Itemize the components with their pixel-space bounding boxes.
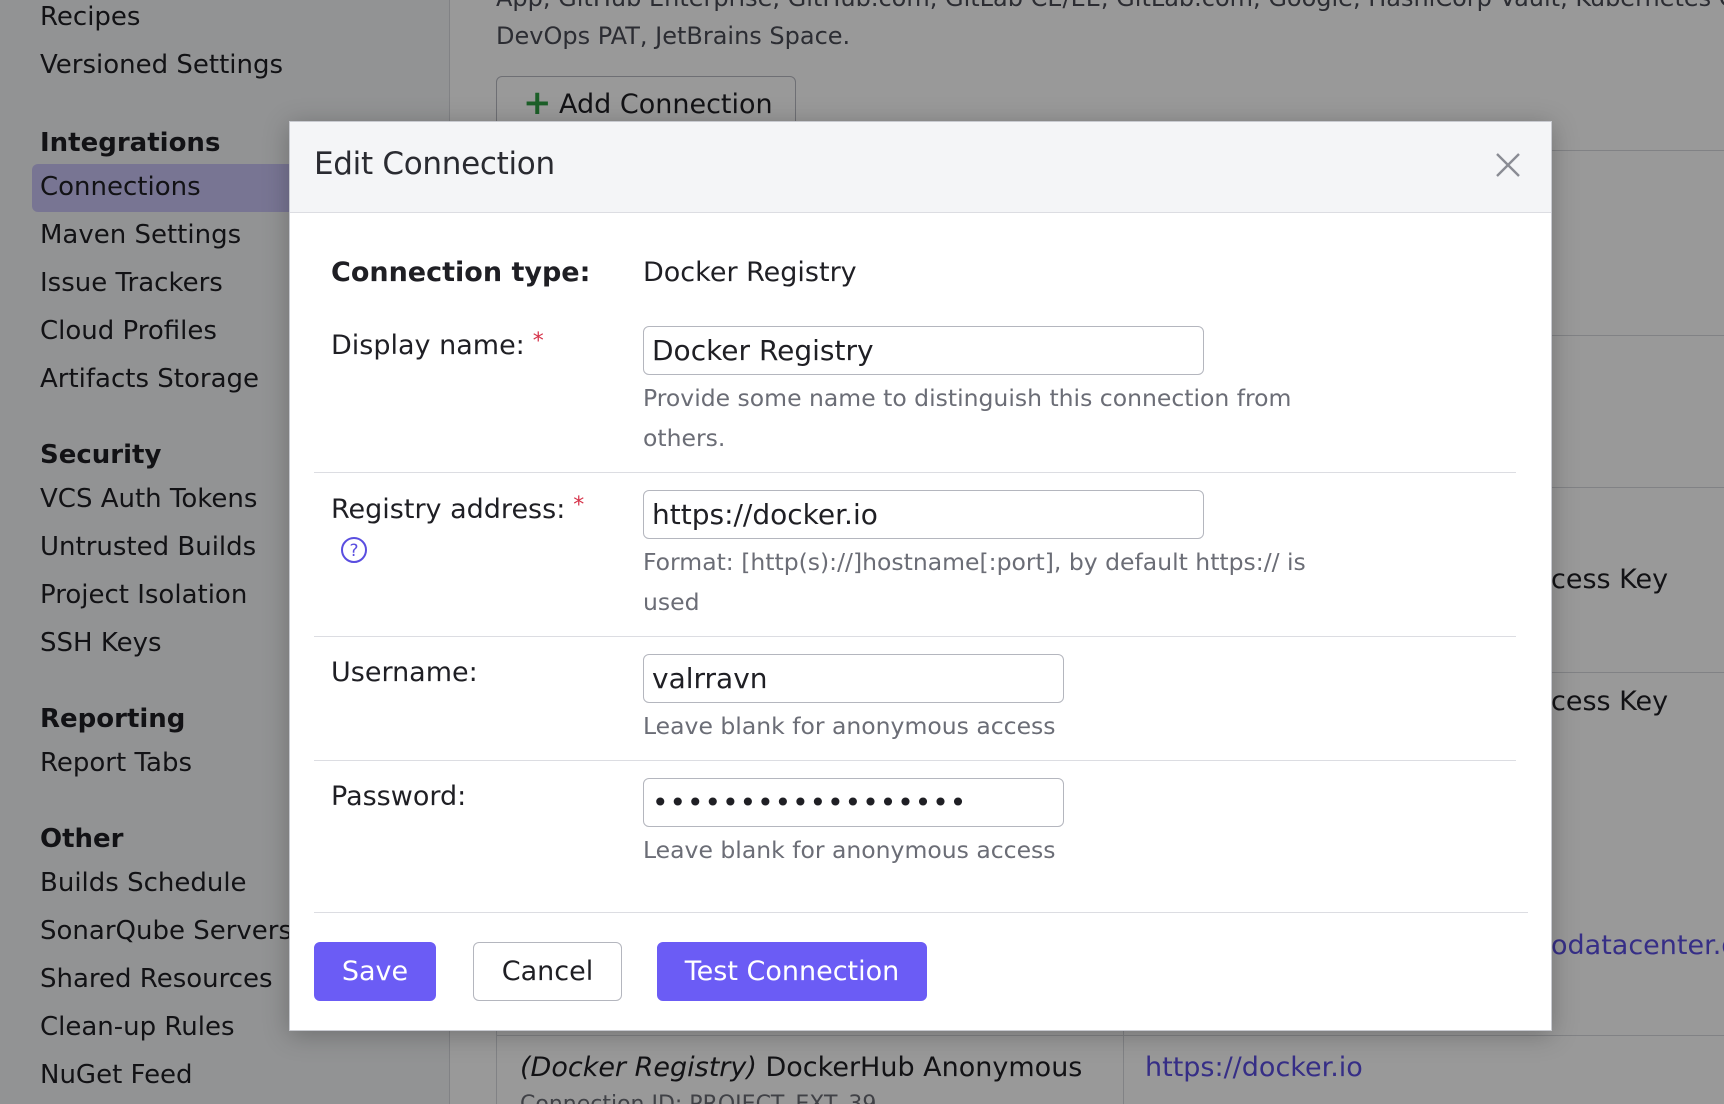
display-name-label-text: Display name: (331, 330, 525, 361)
test-connection-button[interactable]: Test Connection (657, 942, 927, 1001)
form-row-divider (314, 760, 1516, 761)
username-label: Username: (331, 657, 478, 688)
connection-type-label: Connection type: (331, 257, 591, 288)
required-marker: * (532, 329, 544, 354)
username-hint: Leave blank for anonymous access (643, 712, 1056, 740)
registry-address-hint: Format: [http(s)://]hostname[:port], by … (643, 548, 1306, 616)
registry-address-input[interactable]: https://docker.io (643, 490, 1204, 539)
dialog-header: Edit Connection (290, 122, 1551, 213)
form-row-divider (314, 636, 1516, 637)
form-row-divider (314, 472, 1516, 473)
svg-text:?: ? (349, 541, 358, 561)
display-name-input[interactable]: Docker Registry (643, 326, 1204, 375)
connection-type-value: Docker Registry (643, 257, 857, 288)
cancel-button[interactable]: Cancel (473, 942, 622, 1001)
dialog-title: Edit Connection (314, 146, 555, 182)
username-input[interactable]: valrravn (643, 654, 1064, 703)
password-label: Password: (331, 781, 467, 812)
required-marker: * (573, 493, 585, 518)
edit-connection-dialog: Edit Connection Connection type: Docker … (289, 121, 1552, 1031)
registry-address-label: Registry address: * (331, 493, 584, 525)
save-button[interactable]: Save (314, 942, 436, 1001)
display-name-label: Display name: * (331, 329, 544, 361)
password-input[interactable]: •••••••••••••••••• (643, 778, 1064, 827)
footer-divider (314, 912, 1528, 913)
password-hint: Leave blank for anonymous access (643, 836, 1056, 864)
registry-address-label-text: Registry address: (331, 494, 566, 525)
help-circle-icon[interactable]: ? (340, 536, 368, 564)
display-name-hint: Provide some name to distinguish this co… (643, 384, 1292, 452)
close-icon[interactable] (1493, 150, 1523, 180)
